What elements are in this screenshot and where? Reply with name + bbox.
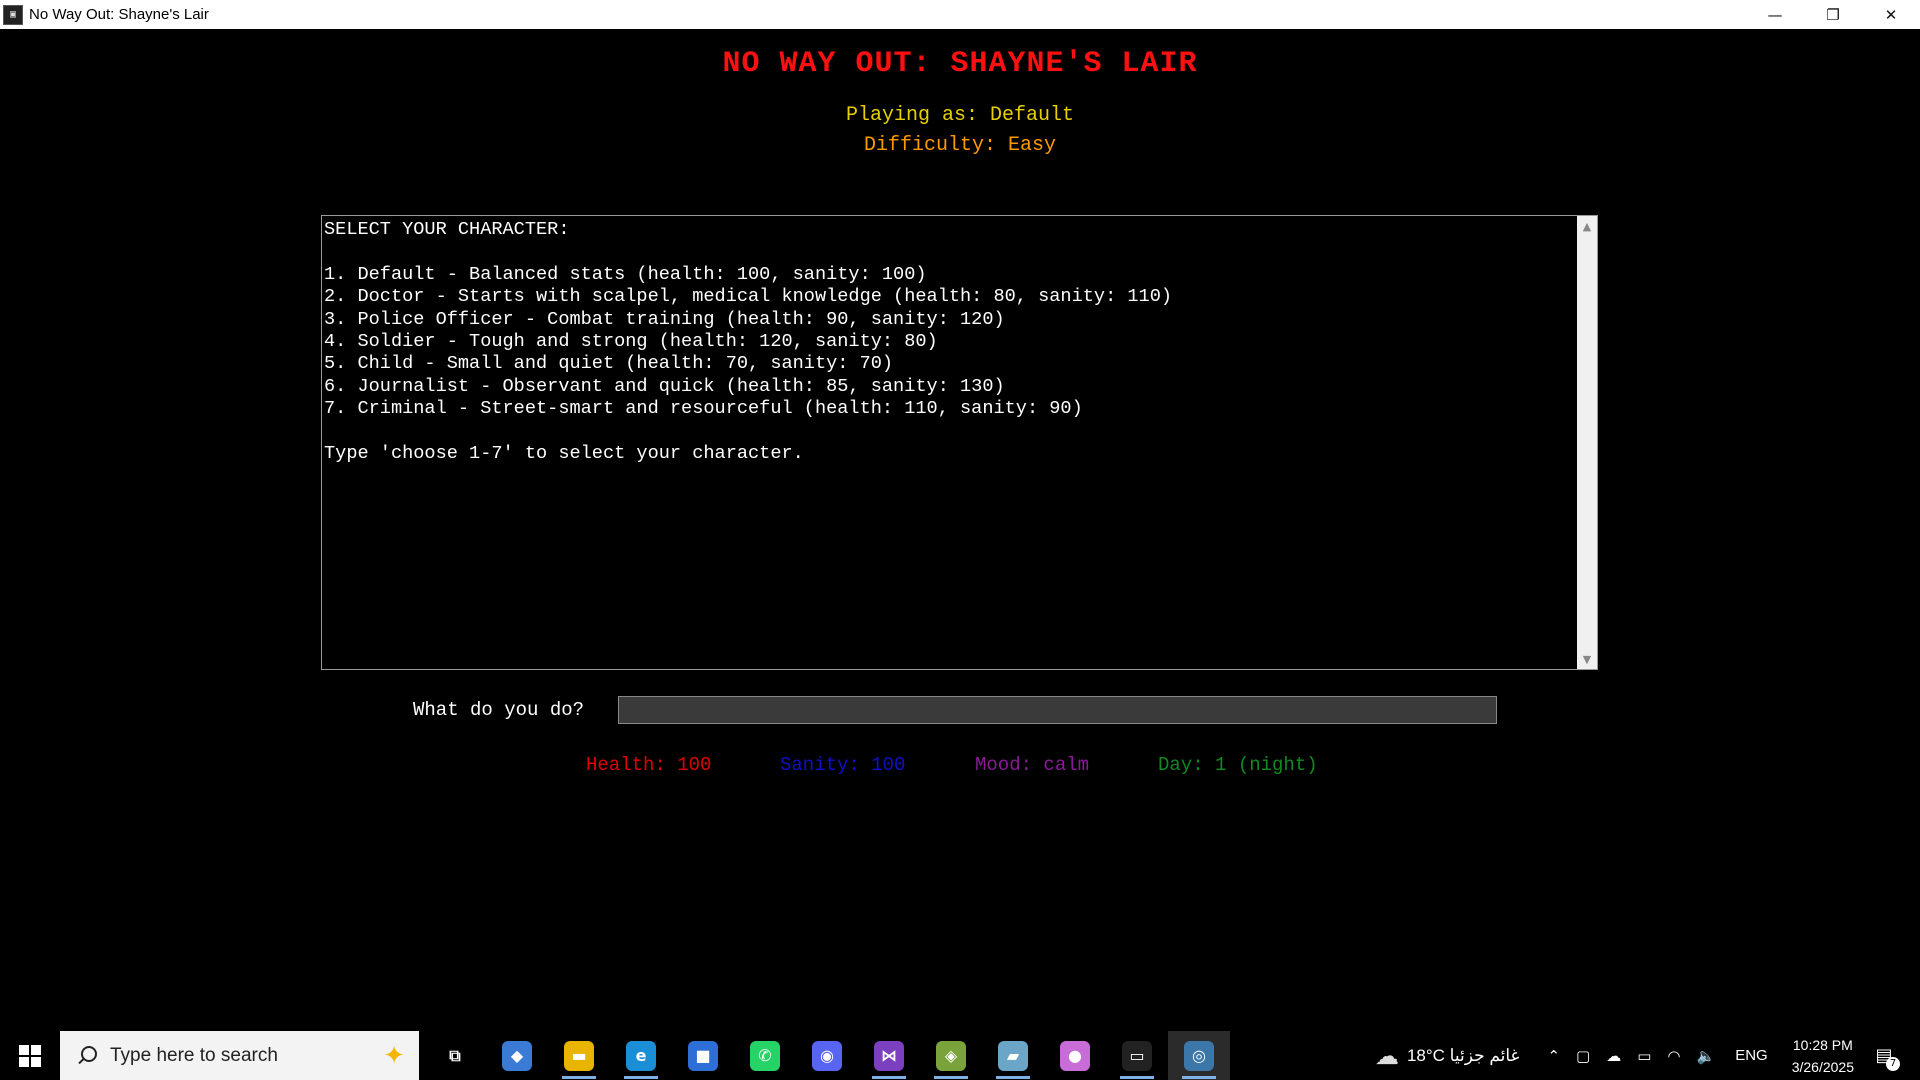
game-title: NO WAY OUT: SHAYNE'S LAIR bbox=[722, 47, 1198, 81]
battery-icon[interactable]: ▭ bbox=[1637, 1047, 1651, 1065]
health-stat: Health: 100 bbox=[586, 754, 712, 776]
taskbar-app-maps-pin[interactable]: ● bbox=[1044, 1031, 1106, 1080]
close-button[interactable]: ✕ bbox=[1862, 0, 1920, 29]
maps-pin-icon: ● bbox=[1060, 1040, 1090, 1071]
running-indicator bbox=[562, 1076, 596, 1079]
ms-store-icon: ■ bbox=[688, 1040, 718, 1071]
running-indicator bbox=[1182, 1076, 1216, 1079]
meet-now-icon[interactable]: ▢ bbox=[1576, 1047, 1590, 1065]
volume-icon[interactable]: 🔈 bbox=[1697, 1047, 1716, 1065]
window-controls: — ❐ ✕ bbox=[1746, 0, 1920, 29]
day-stat: Day: 1 (night) bbox=[1158, 754, 1318, 776]
sanity-stat: Sanity: 100 bbox=[780, 754, 906, 776]
output-line: Type 'choose 1-7' to select your charact… bbox=[324, 443, 804, 465]
running-indicator bbox=[996, 1076, 1030, 1079]
clock-date: 3/26/2025 bbox=[1791, 1058, 1854, 1075]
visual-studio-icon: ⋈ bbox=[874, 1040, 904, 1071]
windows-logo-icon bbox=[19, 1044, 41, 1067]
app-window-icon: ▣ bbox=[3, 4, 23, 25]
git-icon: ◈ bbox=[936, 1040, 966, 1071]
running-indicator bbox=[872, 1076, 906, 1079]
taskbar-app-notes-app[interactable]: ▰ bbox=[982, 1031, 1044, 1080]
window-title: No Way Out: Shayne's Lair bbox=[29, 6, 209, 23]
app-icon-glyph: ▣ bbox=[9, 9, 17, 20]
taskbar-apps: ⧉ ◆ ▬ e ■ ✆ ◉ ⋈ ◈ ▰ ● ▭ ◎ bbox=[424, 1031, 1230, 1080]
weather-cloud-icon: ☁ bbox=[1374, 1041, 1399, 1070]
difficulty-label: Difficulty: Easy bbox=[863, 134, 1057, 157]
taskbar-clock[interactable]: 10:28 PM 3/26/2025 bbox=[1792, 1034, 1854, 1078]
task-view-icon: ⧉ bbox=[440, 1040, 470, 1071]
output-line: 5. Child - Small and quiet (health: 70, … bbox=[324, 353, 894, 375]
discord-icon: ◉ bbox=[812, 1040, 842, 1071]
taskbar-app-task-view[interactable]: ⧉ bbox=[424, 1031, 486, 1080]
minimize-button[interactable]: — bbox=[1746, 0, 1804, 29]
system-tray: ☁ 18°C غائم جزئيا ⌃ ▢ ☁ ▭ ◠ 🔈 ENG 10:28 … bbox=[1375, 1031, 1920, 1080]
notification-count-badge: 7 bbox=[1886, 1056, 1900, 1071]
game-output-text: SELECT YOUR CHARACTER: 1. Default - Bala… bbox=[324, 219, 1575, 669]
taskbar-app-terminal[interactable]: ▭ bbox=[1106, 1031, 1168, 1080]
running-indicator bbox=[624, 1076, 658, 1079]
onedrive-icon[interactable]: ☁ bbox=[1606, 1047, 1621, 1065]
output-line: 2. Doctor - Starts with scalpel, medical… bbox=[324, 286, 1173, 308]
output-line: 3. Police Officer - Combat training (hea… bbox=[324, 308, 1005, 330]
taskbar-app-copilot[interactable]: ◆ bbox=[486, 1031, 548, 1080]
clock-time: 10:28 PM bbox=[1792, 1036, 1853, 1053]
wifi-icon[interactable]: ◠ bbox=[1667, 1047, 1680, 1065]
start-button[interactable] bbox=[0, 1031, 60, 1080]
taskbar-app-edge[interactable]: e bbox=[610, 1031, 672, 1080]
window-title-bar: ▣ No Way Out: Shayne's Lair — ❐ ✕ bbox=[0, 0, 1920, 29]
scroll-up-arrow-icon[interactable]: ▲ bbox=[1577, 216, 1597, 236]
output-scrollbar[interactable]: ▲ ▼ bbox=[1577, 216, 1597, 669]
taskbar-search-box[interactable]: Type here to search ✦ bbox=[60, 1031, 419, 1080]
taskbar-app-git[interactable]: ◈ bbox=[920, 1031, 982, 1080]
notification-center-button[interactable]: ▤ 7 bbox=[1866, 1041, 1902, 1071]
python-icon: ◎ bbox=[1184, 1040, 1214, 1071]
show-hidden-icons-chevron-icon[interactable]: ⌃ bbox=[1547, 1047, 1560, 1065]
command-prompt-label: What do you do? bbox=[413, 699, 585, 721]
taskbar: Type here to search ✦ ⧉ ◆ ▬ e ■ ✆ ◉ ⋈ ◈ ▰ ● ▭ ◎ ☁ 18… bbox=[0, 1031, 1920, 1080]
maximize-button[interactable]: ❐ bbox=[1804, 0, 1862, 29]
running-indicator bbox=[1120, 1076, 1154, 1079]
game-output-panel[interactable]: SELECT YOUR CHARACTER: 1. Default - Bala… bbox=[321, 215, 1598, 670]
scroll-down-arrow-icon[interactable]: ▼ bbox=[1577, 649, 1597, 669]
running-indicator bbox=[934, 1076, 968, 1079]
playing-as-label: Playing as: Default bbox=[845, 104, 1075, 127]
output-line: 7. Criminal - Street-smart and resourcef… bbox=[324, 398, 1083, 420]
search-highlight-icon: ✦ bbox=[383, 1041, 405, 1071]
taskbar-app-discord[interactable]: ◉ bbox=[796, 1031, 858, 1080]
edge-icon: e bbox=[626, 1040, 656, 1071]
copilot-icon: ◆ bbox=[502, 1040, 532, 1071]
taskbar-app-whatsapp[interactable]: ✆ bbox=[734, 1031, 796, 1080]
command-input[interactable] bbox=[618, 696, 1497, 724]
output-line: 6. Journalist - Observant and quick (hea… bbox=[324, 375, 1005, 397]
output-line: SELECT YOUR CHARACTER: bbox=[324, 219, 570, 240]
search-icon bbox=[76, 1045, 97, 1066]
notes-app-icon: ▰ bbox=[998, 1040, 1028, 1071]
search-placeholder: Type here to search bbox=[110, 1044, 278, 1066]
weather-text: 18°C غائم جزئيا bbox=[1406, 1045, 1520, 1065]
taskbar-app-file-explorer[interactable]: ▬ bbox=[548, 1031, 610, 1080]
terminal-icon: ▭ bbox=[1122, 1040, 1152, 1071]
taskbar-app-visual-studio[interactable]: ⋈ bbox=[858, 1031, 920, 1080]
mood-stat: Mood: calm bbox=[975, 754, 1090, 776]
game-area: NO WAY OUT: SHAYNE'S LAIR Playing as: De… bbox=[0, 29, 1920, 1031]
whatsapp-icon: ✆ bbox=[750, 1040, 780, 1071]
taskbar-app-ms-store[interactable]: ■ bbox=[672, 1031, 734, 1080]
weather-widget[interactable]: ☁ 18°C غائم جزئيا bbox=[1375, 1042, 1520, 1070]
output-line: 1. Default - Balanced stats (health: 100… bbox=[324, 263, 927, 285]
input-language-indicator[interactable]: ENG bbox=[1735, 1047, 1768, 1064]
file-explorer-icon: ▬ bbox=[564, 1040, 594, 1071]
output-line: 4. Soldier - Tough and strong (health: 1… bbox=[324, 331, 938, 353]
taskbar-app-python[interactable]: ◎ bbox=[1168, 1031, 1230, 1080]
